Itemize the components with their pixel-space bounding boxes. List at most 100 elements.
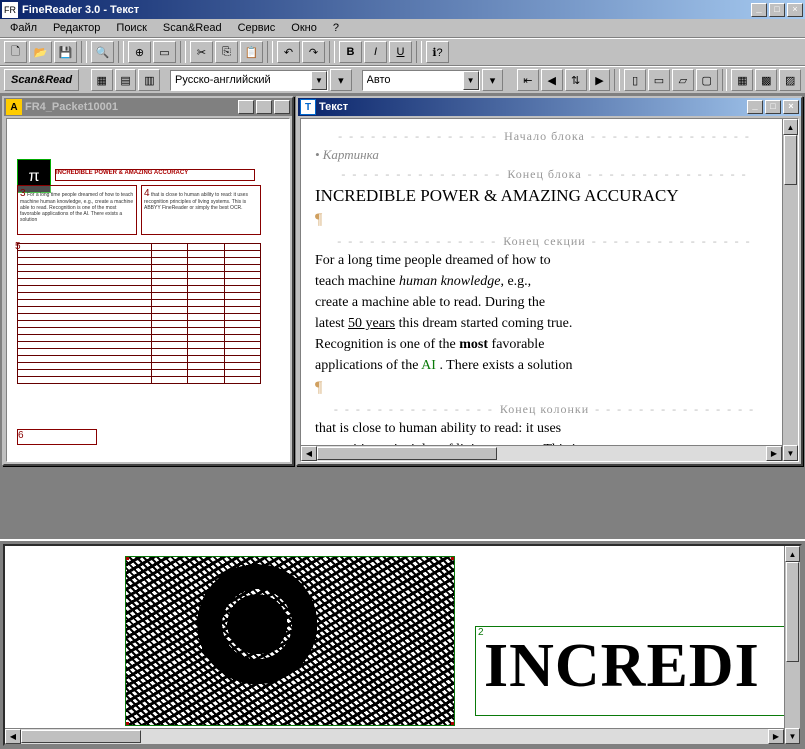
scroll-thumb[interactable]: [786, 562, 799, 662]
child-maximize-button[interactable]: □: [256, 100, 272, 114]
scroll-up-icon[interactable]: ▲: [785, 546, 800, 562]
scroll-thumb[interactable]: [784, 135, 797, 185]
bold-button[interactable]: B: [339, 41, 362, 63]
page-button[interactable]: ▭: [153, 41, 176, 63]
zoom-horizontal-scrollbar[interactable]: ◀ ▶: [5, 728, 784, 744]
scan-preview-title: FR4_Packet10001: [25, 101, 238, 113]
resize-handle[interactable]: [451, 722, 455, 726]
new-button[interactable]: 🗋: [4, 41, 27, 63]
minimize-button[interactable]: _: [751, 3, 767, 17]
lang-extra-button[interactable]: ▾: [330, 69, 352, 91]
preview-tiny-text-2: that is close to human ability to read: …: [144, 192, 248, 211]
preview-footer-region[interactable]: 6: [17, 429, 97, 445]
layout-button-3[interactable]: ▱: [672, 69, 694, 91]
grid-button-2[interactable]: ▩: [755, 69, 777, 91]
text-content[interactable]: Начало блока • Картинка Конец блока INCR…: [301, 119, 798, 461]
scroll-thumb-h[interactable]: [21, 730, 141, 743]
language-combo-value[interactable]: [171, 74, 311, 86]
find-button[interactable]: 🔍: [91, 41, 114, 63]
scan-preview-window[interactable]: A FR4_Packet10001 _ □ × π INCREDIBLE POW…: [2, 96, 294, 466]
child-close-button[interactable]: ×: [783, 100, 799, 114]
scroll-left-icon[interactable]: ◀: [301, 446, 317, 461]
layout-button-1[interactable]: ▯: [624, 69, 646, 91]
zoom-button[interactable]: ⊕: [128, 41, 151, 63]
style-combo-value[interactable]: [363, 74, 463, 86]
text-window-body[interactable]: Начало блока • Картинка Конец блока INCR…: [300, 118, 799, 462]
preview-heading-text: INCREDIBLE POWER & AMAZING ACCURACY: [56, 170, 254, 176]
recognized-paragraph-1[interactable]: For a long time people dreamed of how to…: [315, 250, 774, 376]
horizontal-scrollbar[interactable]: ◀ ▶: [301, 445, 782, 461]
resize-handle[interactable]: [451, 556, 455, 560]
copy-button[interactable]: ⎘: [215, 41, 238, 63]
zoom-image-region[interactable]: [125, 556, 455, 726]
nav-prev-button[interactable]: ◀: [541, 69, 563, 91]
menu-scanread[interactable]: Scan&Read: [155, 20, 230, 36]
layout-button-4[interactable]: ▢: [696, 69, 718, 91]
child-minimize-button[interactable]: _: [747, 100, 763, 114]
language-combo[interactable]: ▼: [170, 70, 328, 91]
preview-table-region[interactable]: 5: [17, 243, 261, 384]
thumb-button-2[interactable]: ▤: [115, 69, 137, 91]
resize-handle[interactable]: [125, 722, 129, 726]
language-combo-dropdown-icon[interactable]: ▼: [311, 71, 327, 90]
grid-button-1[interactable]: ▦: [731, 69, 753, 91]
preview-text-region-2[interactable]: 4 that is close to human ability to read…: [141, 185, 261, 235]
mdi-area: A FR4_Packet10001 _ □ × π INCREDIBLE POW…: [0, 94, 805, 539]
child-minimize-button[interactable]: _: [238, 100, 254, 114]
zoom-body[interactable]: 2 INCREDI ◀ ▶ ▲ ▼: [3, 544, 802, 746]
menu-window[interactable]: Окно: [283, 20, 325, 36]
underline-button[interactable]: U: [389, 41, 412, 63]
menu-search[interactable]: Поиск: [108, 20, 154, 36]
redo-button[interactable]: ↷: [302, 41, 325, 63]
preview-heading-region[interactable]: INCREDIBLE POWER & AMAZING ACCURACY: [55, 169, 255, 181]
text-window[interactable]: T Текст _ □ × Начало блока • Картинка Ко…: [296, 96, 803, 466]
resize-handle[interactable]: [125, 556, 129, 560]
nav-first-button[interactable]: ⇤: [517, 69, 539, 91]
menu-service[interactable]: Сервис: [230, 20, 284, 36]
grid-button-3[interactable]: ▨: [779, 69, 801, 91]
underline-text: 50 years: [348, 316, 395, 331]
nav-next-button[interactable]: ▶: [589, 69, 611, 91]
picture-placeholder: • Картинка: [315, 145, 774, 165]
cut-button[interactable]: ✂: [190, 41, 213, 63]
menu-file[interactable]: Файл: [2, 20, 45, 36]
close-button[interactable]: ×: [787, 3, 803, 17]
scroll-left-icon[interactable]: ◀: [5, 729, 21, 744]
menu-help[interactable]: ?: [325, 20, 347, 36]
scroll-down-icon[interactable]: ▼: [785, 728, 800, 744]
maximize-button[interactable]: □: [769, 3, 785, 17]
style-extra-button[interactable]: ▾: [482, 69, 504, 91]
preview-text-region-1[interactable]: 3 For a long time people dreamed of how …: [17, 185, 137, 235]
whatsthis-button[interactable]: ℹ?: [426, 41, 449, 63]
marker-column-end: Конец колонки: [315, 400, 774, 418]
text-window-titlebar[interactable]: T Текст _ □ ×: [298, 98, 801, 116]
scroll-down-icon[interactable]: ▼: [783, 445, 798, 461]
zoom-big-word: INCREDI: [484, 631, 776, 702]
scroll-right-icon[interactable]: ▶: [768, 729, 784, 744]
scroll-thumb-h[interactable]: [317, 447, 497, 460]
style-combo-dropdown-icon[interactable]: ▼: [463, 71, 479, 90]
zoom-text-region[interactable]: 2 INCREDI: [475, 626, 785, 716]
thumb-button-1[interactable]: ▦: [91, 69, 113, 91]
zoom-vertical-scrollbar[interactable]: ▲ ▼: [784, 546, 800, 744]
nav-goto-button[interactable]: ⇅: [565, 69, 587, 91]
scroll-up-icon[interactable]: ▲: [783, 119, 798, 135]
scroll-right-icon[interactable]: ▶: [766, 446, 782, 461]
scan-preview-body[interactable]: π INCREDIBLE POWER & AMAZING ACCURACY 3 …: [6, 118, 290, 462]
save-button[interactable]: 💾: [54, 41, 77, 63]
menu-editor[interactable]: Редактор: [45, 20, 108, 36]
scan-preview-titlebar[interactable]: A FR4_Packet10001 _ □ ×: [4, 98, 292, 116]
recognized-heading[interactable]: INCREDIBLE POWER & AMAZING ACCURACY: [315, 183, 774, 209]
undo-button[interactable]: ↶: [277, 41, 300, 63]
vertical-scrollbar[interactable]: ▲ ▼: [782, 119, 798, 461]
thumb-button-3[interactable]: ▥: [138, 69, 160, 91]
paste-button[interactable]: 📋: [240, 41, 263, 63]
child-maximize-button[interactable]: □: [765, 100, 781, 114]
scanread-button[interactable]: Scan&Read: [4, 69, 79, 91]
zoom-region-index: 2: [478, 627, 484, 638]
child-close-button[interactable]: ×: [274, 100, 290, 114]
italic-button[interactable]: I: [364, 41, 387, 63]
open-button[interactable]: 📂: [29, 41, 52, 63]
style-combo[interactable]: ▼: [362, 70, 480, 91]
layout-button-2[interactable]: ▭: [648, 69, 670, 91]
